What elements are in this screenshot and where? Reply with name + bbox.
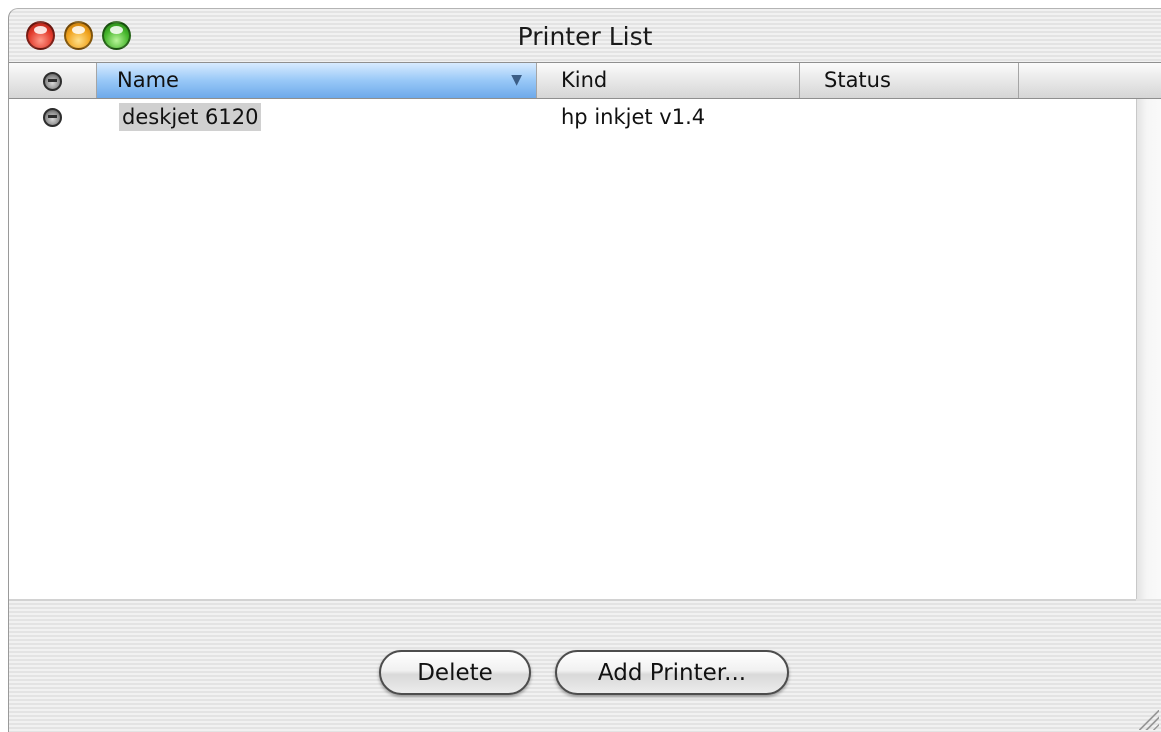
column-header-name-label: Name bbox=[117, 68, 179, 92]
add-printer-button[interactable]: Add Printer... bbox=[555, 650, 789, 695]
vertical-scrollbar[interactable] bbox=[1136, 99, 1161, 599]
column-header-kind-label: Kind bbox=[561, 68, 608, 92]
delete-button[interactable]: Delete bbox=[379, 650, 531, 695]
printer-status-icon bbox=[43, 108, 62, 127]
column-header-name[interactable]: Name ▼ bbox=[97, 63, 537, 98]
column-header-status-icon[interactable] bbox=[9, 63, 97, 98]
printer-name[interactable]: deskjet 6120 bbox=[119, 103, 262, 131]
column-header-row: Name ▼ Kind Status bbox=[9, 62, 1161, 99]
list-divider bbox=[9, 599, 1136, 601]
printer-status-icon bbox=[43, 72, 62, 91]
list-item[interactable]: deskjet 6120 hp inkjet v1.4 bbox=[9, 99, 1136, 135]
sort-descending-icon: ▼ bbox=[511, 72, 522, 88]
printer-kind: hp inkjet v1.4 bbox=[561, 105, 706, 129]
column-header-filler bbox=[1019, 63, 1161, 98]
resize-grip-icon[interactable] bbox=[1139, 710, 1159, 730]
printer-list-window: Printer List Name ▼ Kind Status deskjet … bbox=[8, 8, 1161, 732]
column-header-kind[interactable]: Kind bbox=[537, 63, 800, 98]
column-header-status-label: Status bbox=[824, 68, 891, 92]
column-header-status[interactable]: Status bbox=[800, 63, 1019, 98]
window-title: Printer List bbox=[517, 22, 653, 51]
title-bar[interactable]: Printer List bbox=[9, 9, 1161, 62]
printer-list[interactable]: deskjet 6120 hp inkjet v1.4 bbox=[9, 99, 1136, 599]
